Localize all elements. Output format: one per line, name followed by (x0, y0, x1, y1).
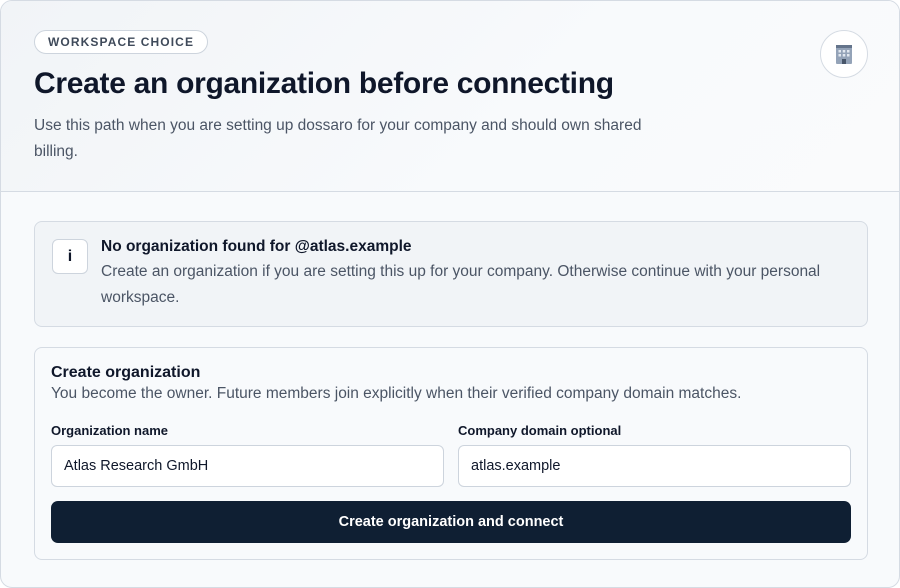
page-subtitle: Use this path when you are setting up do… (34, 117, 642, 160)
header-section: WORKSPACE CHOICE Create an organization … (1, 1, 899, 192)
company-domain-label: Company domain optional (458, 423, 622, 438)
workspace-choice-card: WORKSPACE CHOICE Create an organization … (0, 0, 900, 588)
create-organization-form: Create organization You become the owner… (34, 347, 868, 560)
info-icon: i (52, 239, 88, 274)
notice-title: No organization found for @atlas.example (101, 238, 412, 255)
form-title: Create organization (51, 364, 201, 381)
building-icon (820, 30, 868, 78)
company-domain-input[interactable] (458, 445, 851, 487)
workspace-choice-badge: WORKSPACE CHOICE (34, 30, 209, 54)
notice-body: Create an organization if you are settin… (101, 263, 821, 306)
organization-name-label: Organization name (51, 423, 169, 438)
form-subtitle: You become the owner. Future members joi… (51, 385, 742, 402)
organization-name-input[interactable] (51, 445, 444, 487)
page-title: Create an organization before connecting (34, 67, 614, 100)
create-organization-button[interactable]: Create organization and connect (51, 501, 851, 543)
no-organization-notice: i No organization found for @atlas.examp… (34, 221, 868, 327)
